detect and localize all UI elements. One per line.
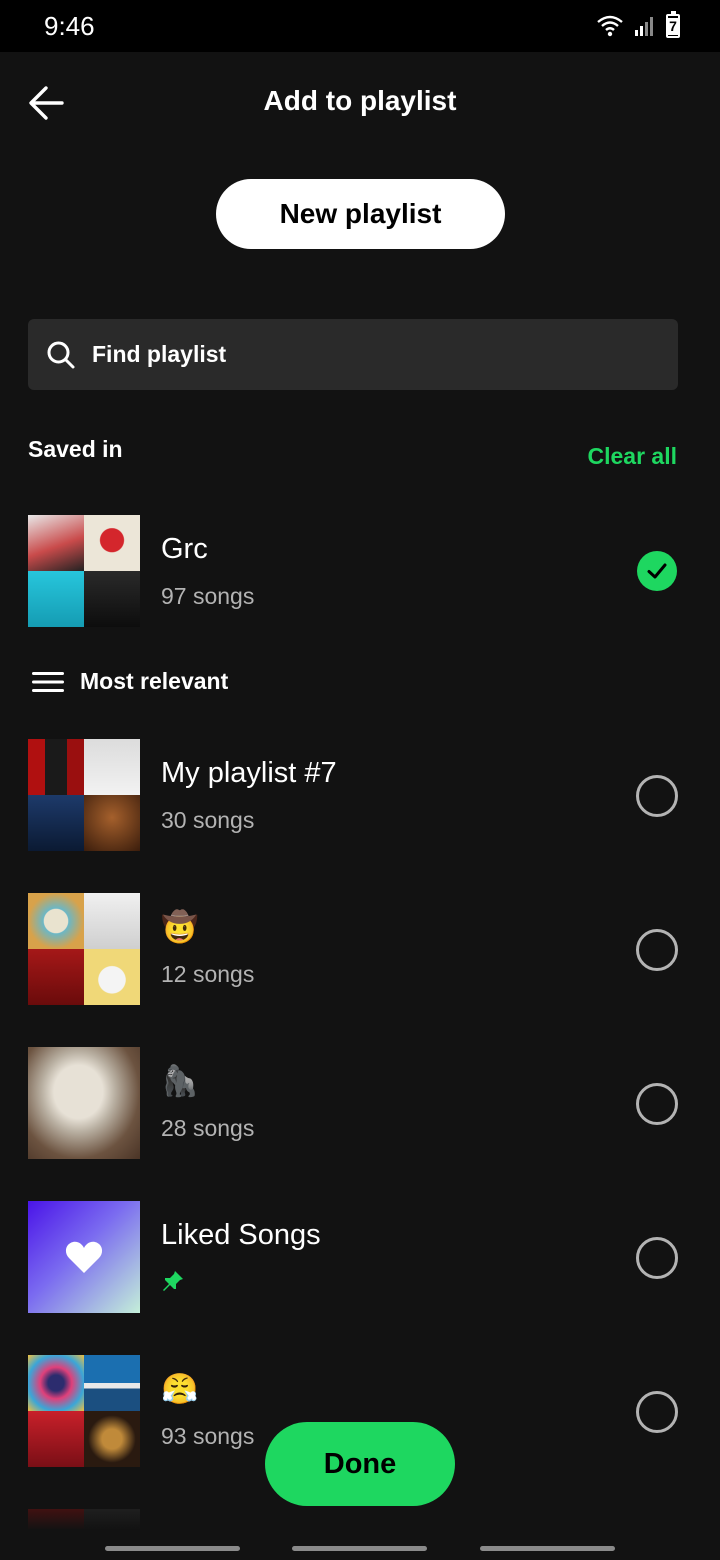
done-button[interactable]: Done bbox=[265, 1422, 455, 1506]
playlist-song-count: 97 songs bbox=[161, 583, 255, 609]
playlist-row-saved[interactable]: Grc 97 songs bbox=[0, 515, 720, 627]
select-radio[interactable] bbox=[636, 775, 678, 817]
nav-back-handle[interactable] bbox=[480, 1546, 615, 1551]
saved-in-heading: Saved in bbox=[28, 436, 123, 462]
status-icons: 7 bbox=[596, 11, 680, 38]
select-radio[interactable] bbox=[636, 929, 678, 971]
playlist-cover bbox=[28, 893, 140, 1005]
signal-icon bbox=[635, 17, 653, 36]
playlist-title: 😤 bbox=[161, 1373, 199, 1406]
check-icon bbox=[647, 563, 667, 579]
select-radio[interactable] bbox=[636, 1237, 678, 1279]
playlist-row[interactable]: My playlist #7 30 songs bbox=[0, 739, 720, 851]
pin-icon bbox=[163, 1271, 183, 1291]
sort-label: Most relevant bbox=[80, 668, 229, 694]
selected-checkbox[interactable] bbox=[637, 551, 677, 591]
playlist-title: Grc bbox=[161, 533, 208, 565]
battery-icon: 7 bbox=[666, 11, 680, 38]
playlist-cover bbox=[28, 1201, 140, 1313]
playlist-song-count: 30 songs bbox=[161, 807, 255, 833]
search-input[interactable] bbox=[92, 341, 632, 368]
playlist-title: 🦍 bbox=[161, 1065, 199, 1098]
playlist-song-count: 28 songs bbox=[161, 1115, 255, 1141]
search-box[interactable] bbox=[28, 319, 678, 390]
page-title: Add to playlist bbox=[263, 85, 457, 116]
battery-level: 7 bbox=[668, 18, 678, 35]
playlist-cover bbox=[28, 1355, 140, 1467]
status-bar: 9:46 7 bbox=[0, 0, 720, 52]
playlist-cover bbox=[28, 1047, 140, 1159]
playlist-row[interactable]: 🤠 12 songs bbox=[0, 893, 720, 1005]
playlist-title: My playlist #7 bbox=[161, 757, 337, 789]
playlist-row[interactable]: 🦍 28 songs bbox=[0, 1047, 720, 1159]
wifi-icon bbox=[597, 15, 623, 37]
header: Add to playlist bbox=[0, 52, 720, 152]
playlist-title: Liked Songs bbox=[161, 1219, 321, 1251]
playlist-title: 🤠 bbox=[161, 911, 199, 944]
nav-home-handle[interactable] bbox=[292, 1546, 427, 1551]
playlist-row-liked-songs[interactable]: Liked Songs bbox=[0, 1201, 720, 1313]
select-radio[interactable] bbox=[636, 1391, 678, 1433]
select-radio[interactable] bbox=[636, 1083, 678, 1125]
sort-list-icon bbox=[32, 671, 64, 692]
playlist-cover bbox=[28, 515, 140, 627]
status-time: 9:46 bbox=[44, 11, 95, 41]
playlist-cover bbox=[28, 739, 140, 851]
system-nav-bar bbox=[0, 1530, 720, 1560]
new-playlist-button[interactable]: New playlist bbox=[216, 179, 505, 249]
search-icon bbox=[47, 341, 75, 368]
playlist-song-count: 93 songs bbox=[161, 1423, 255, 1449]
heart-icon bbox=[65, 1241, 103, 1273]
nav-recents-handle[interactable] bbox=[105, 1546, 240, 1551]
playlist-song-count: 12 songs bbox=[161, 961, 255, 987]
sort-button[interactable]: Most relevant bbox=[32, 668, 228, 695]
clear-all-button[interactable]: Clear all bbox=[588, 443, 678, 470]
